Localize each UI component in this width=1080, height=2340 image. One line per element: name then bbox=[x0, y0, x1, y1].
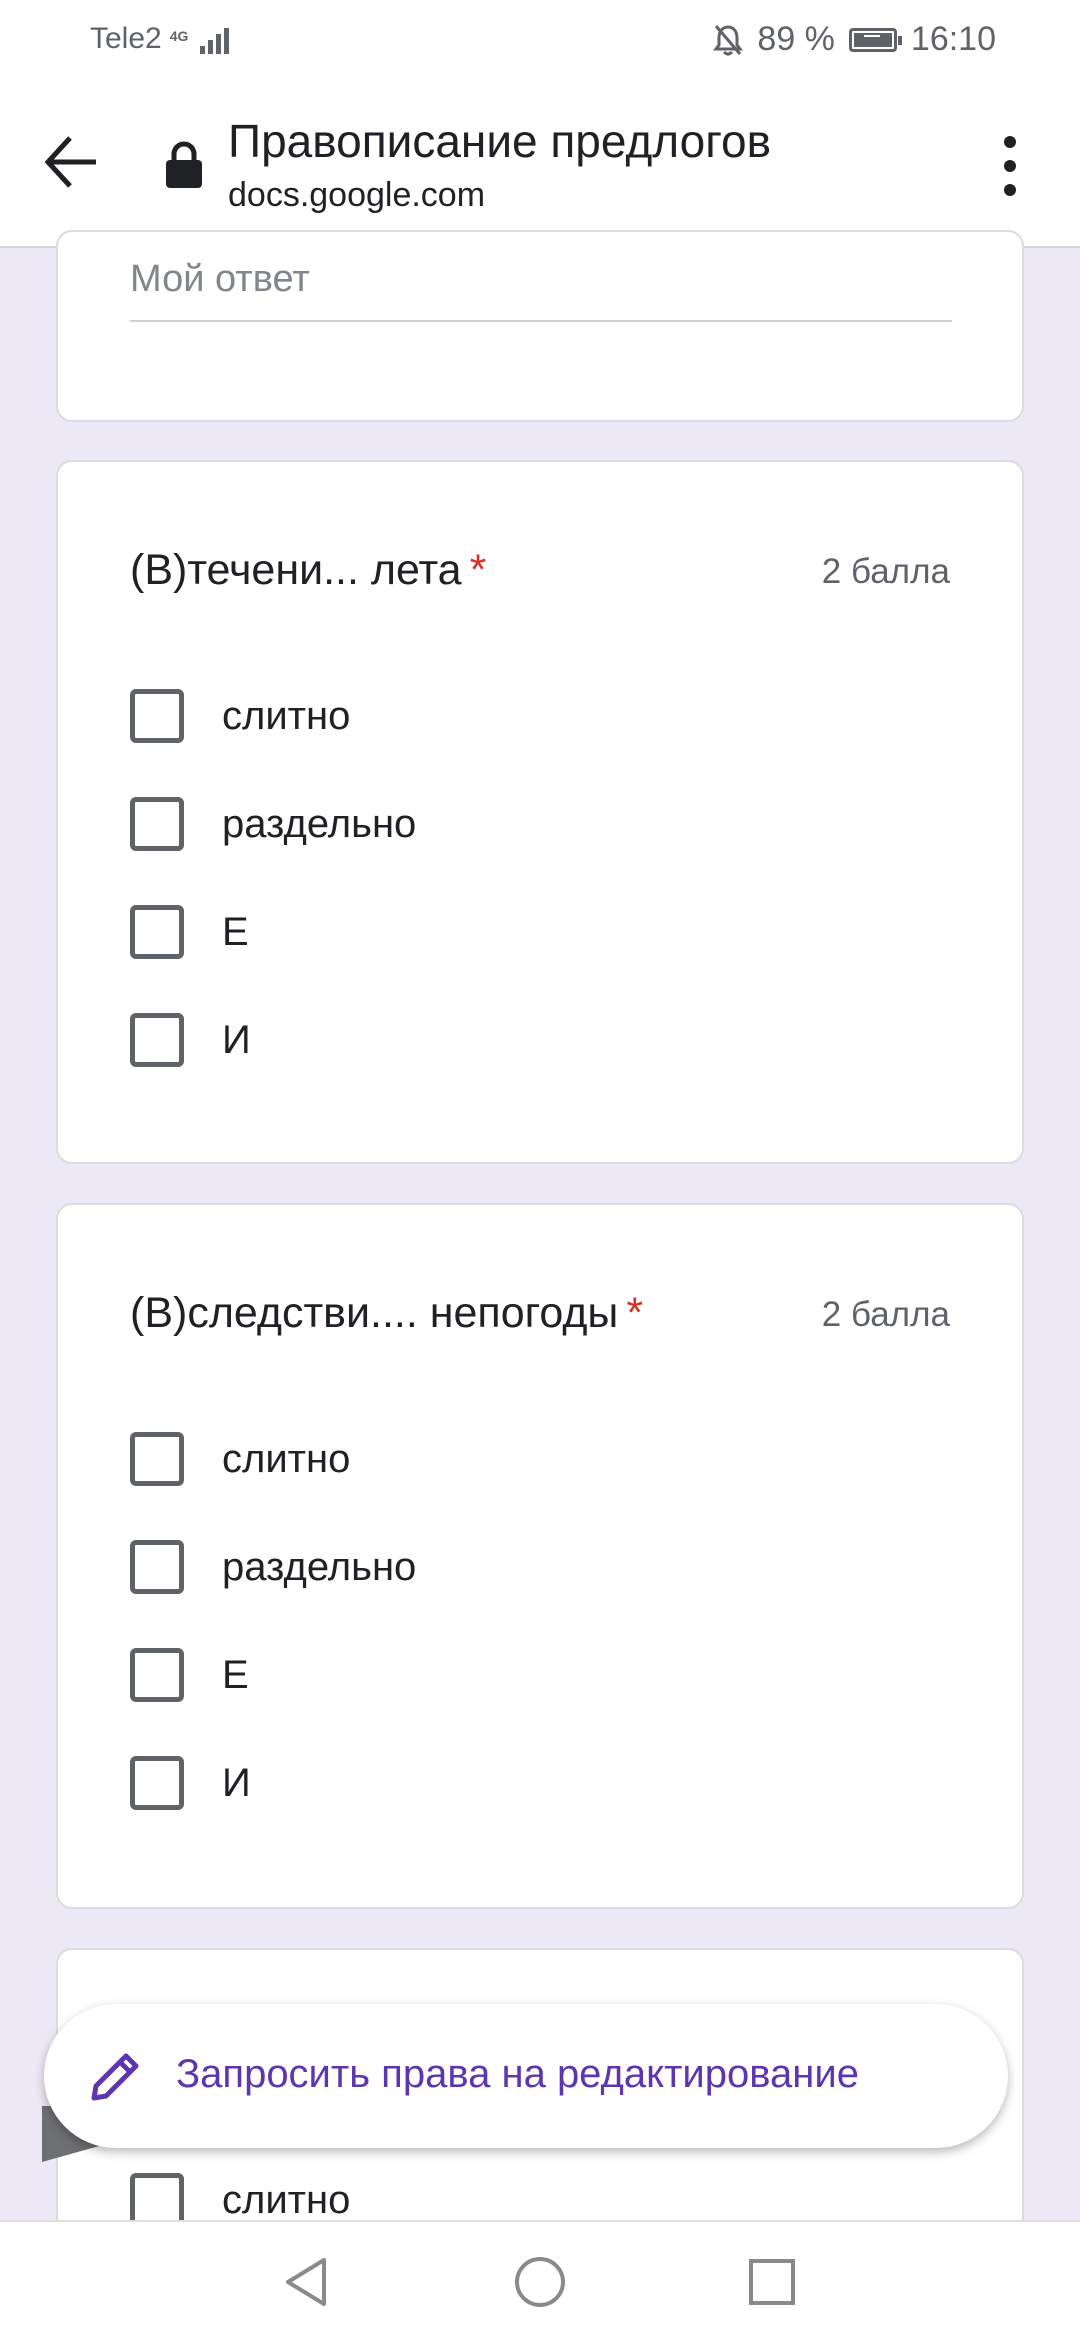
checkbox[interactable] bbox=[130, 1648, 184, 1702]
checkbox-option[interactable]: И bbox=[130, 1753, 251, 1813]
option-label: И bbox=[222, 1760, 251, 1805]
status-left: Tele2 4G bbox=[90, 22, 230, 56]
lock-icon bbox=[166, 141, 202, 188]
checkbox-option[interactable]: Е bbox=[130, 1645, 249, 1705]
option-label: Е bbox=[222, 1652, 249, 1697]
answer-input[interactable]: Мой ответ bbox=[130, 258, 310, 301]
checkbox-option[interactable]: слитно bbox=[130, 1429, 350, 1489]
answer-underline bbox=[130, 320, 952, 322]
status-right: 89 % 16:10 bbox=[713, 20, 996, 59]
request-edit-access-button[interactable]: Запросить права на редактирование bbox=[44, 2004, 1008, 2148]
question-card: (В)течени... лета * 2 балла слитно раздел… bbox=[56, 460, 1024, 1164]
checkbox[interactable] bbox=[130, 905, 184, 959]
option-label: слитно bbox=[222, 2177, 351, 2222]
required-mark: * bbox=[469, 546, 487, 594]
checkbox-option[interactable]: слитно bbox=[130, 686, 350, 746]
required-mark: * bbox=[626, 1289, 644, 1337]
option-label: И bbox=[222, 1017, 251, 1062]
checkbox[interactable] bbox=[130, 1013, 184, 1067]
nav-recents-icon[interactable] bbox=[742, 2252, 802, 2312]
navigation-bar bbox=[0, 2220, 1080, 2340]
nav-home-icon[interactable] bbox=[510, 2252, 570, 2312]
bell-off-icon bbox=[713, 24, 744, 55]
clock: 16:10 bbox=[910, 20, 996, 58]
battery-icon bbox=[848, 27, 902, 52]
page-title: Правописание предлогов bbox=[228, 115, 772, 167]
network-type: 4G bbox=[169, 28, 189, 44]
checkbox[interactable] bbox=[130, 797, 184, 851]
option-label: раздельно bbox=[222, 1544, 417, 1589]
checkbox[interactable] bbox=[130, 1540, 184, 1594]
browser-toolbar: Правописание предлогов docs.google.com bbox=[0, 80, 1080, 248]
pencil-icon bbox=[91, 2053, 139, 2101]
checkbox-option[interactable]: И bbox=[130, 1010, 251, 1070]
back-arrow-icon[interactable] bbox=[40, 130, 104, 194]
option-label: слитно bbox=[222, 693, 351, 738]
checkbox[interactable] bbox=[130, 1432, 184, 1486]
checkbox[interactable] bbox=[130, 1756, 184, 1810]
option-label: слитно bbox=[222, 1436, 351, 1481]
checkbox-option[interactable]: Е bbox=[130, 902, 249, 962]
option-label: Е bbox=[222, 909, 249, 954]
request-edit-access-label: Запросить права на редактирование bbox=[176, 2052, 859, 2096]
checkbox[interactable] bbox=[130, 689, 184, 743]
checkbox-option[interactable]: раздельно bbox=[130, 1537, 416, 1597]
battery-percent: 89 % bbox=[757, 20, 835, 58]
question-points: 2 балла bbox=[821, 552, 950, 591]
answer-card: Мой ответ bbox=[56, 230, 1024, 422]
question-card: (В)следстви.... непогоды * 2 балла слитно… bbox=[56, 1203, 1024, 1909]
question-points: 2 балла bbox=[821, 1295, 950, 1334]
status-bar: Tele2 4G 89 % 16:10 bbox=[0, 0, 1080, 80]
more-options-icon[interactable] bbox=[990, 136, 1030, 196]
checkbox[interactable] bbox=[130, 2173, 184, 2227]
checkbox-option[interactable]: раздельно bbox=[130, 794, 416, 854]
signal-icon bbox=[200, 24, 230, 54]
nav-back-icon[interactable] bbox=[278, 2252, 338, 2312]
question-title: (В)течени... лета * bbox=[130, 546, 487, 594]
carrier-name: Tele2 bbox=[90, 22, 162, 55]
option-label: раздельно bbox=[222, 801, 417, 846]
page-url: docs.google.com bbox=[228, 176, 486, 214]
question-title: (В)следстви.... непогоды * bbox=[130, 1289, 644, 1337]
